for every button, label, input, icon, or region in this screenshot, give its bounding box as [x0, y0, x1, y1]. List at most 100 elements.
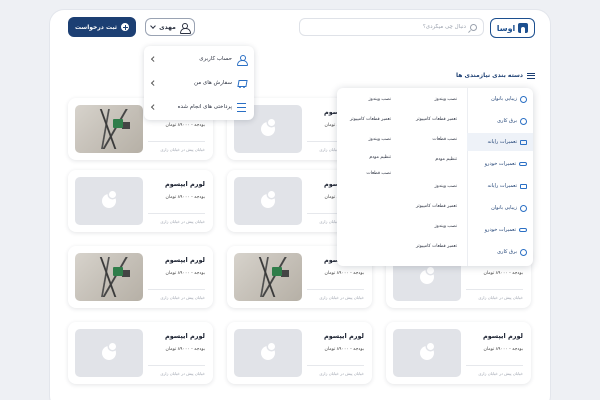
image-placeholder-icon — [420, 267, 434, 284]
card-divider — [148, 213, 205, 214]
search-icon — [470, 23, 477, 31]
card-title: لورم ایپسوم — [164, 256, 205, 264]
menu-item-account[interactable]: حساب کاربری — [144, 47, 254, 71]
card-title: لورم ایپسوم — [164, 332, 205, 340]
search-bar[interactable] — [299, 18, 484, 36]
subcategory-link[interactable]: نصب ویندوز — [435, 184, 458, 189]
beauty-icon — [520, 204, 527, 212]
card-budget: بودجه - ۸۹۰۰۰ تومان — [165, 123, 205, 128]
card-location: خیابان پیش در خیابان زاری — [319, 295, 364, 300]
app-frame: اوسا مهدی ثبت درخواست دسته بندی نیازمندی… — [50, 10, 550, 400]
logo-mark-icon — [518, 23, 529, 33]
card-budget: بودجه - ۸۹۰۰۰ تومان — [165, 271, 205, 276]
categories-sidebar: زیبایی بانوان برق کاری تعمیرات رایانه تع… — [467, 88, 533, 266]
subcategory-link[interactable]: تعمیر قطعات کامپیوتر — [416, 244, 457, 249]
menu-item-payments[interactable]: پرداختی های انجام شده — [144, 95, 254, 119]
category-item[interactable]: برق کاری — [471, 112, 527, 130]
chevron-left-icon — [151, 80, 157, 86]
image-placeholder-icon — [261, 343, 275, 360]
electric-icon — [520, 117, 527, 125]
service-card[interactable]: لورم ایپسوم بودجه - ۸۹۰۰۰ تومان خیابان پ… — [386, 322, 531, 384]
image-placeholder-icon — [102, 343, 116, 360]
logo[interactable]: اوسا — [490, 18, 535, 38]
category-label: زیبایی بانوان — [491, 96, 517, 102]
user-menu-button[interactable]: مهدی — [145, 18, 195, 36]
chevron-down-icon — [150, 23, 157, 29]
card-title: لورم ایپسوم — [164, 180, 205, 188]
category-item[interactable]: برق کاری — [471, 243, 527, 261]
user-dropdown: حساب کاربری سفارش های من پرداختی های انج… — [144, 46, 254, 120]
subcategory-link[interactable]: نصب ویندوز — [369, 137, 392, 142]
subcategory-link[interactable]: نصب قطعات — [366, 171, 391, 176]
card-divider — [148, 289, 205, 290]
category-label: تعمیرات خودرو — [484, 227, 516, 233]
subcategory-link[interactable]: نصب ویندوز — [435, 97, 458, 102]
category-label: برق کاری — [497, 249, 517, 255]
category-label: تعمیرات رایانه — [487, 183, 517, 189]
card-location: خیابان پیش در خیابان زاری — [478, 371, 523, 376]
menu-icon — [527, 72, 535, 79]
card-image — [75, 177, 143, 225]
subcategory-link[interactable]: تعمیر قطعات کامپیوتر — [350, 117, 391, 122]
list-icon — [237, 102, 246, 112]
card-location: خیابان پیش در خیابان زاری — [478, 295, 523, 300]
menu-item-label: پرداختی های انجام شده — [177, 104, 232, 110]
subcategory-link[interactable]: نصب ویندوز — [369, 97, 392, 102]
subcategory-link[interactable]: نصب ویندوز — [435, 224, 458, 229]
beauty-icon — [520, 95, 527, 103]
category-item[interactable]: زیبایی بانوان — [471, 90, 527, 108]
categories-toggle[interactable]: دسته بندی نیازمندی ها — [456, 72, 535, 79]
card-budget: بودجه - ۸۹۰۰۰ تومان — [165, 195, 205, 200]
card-divider — [466, 365, 523, 366]
submit-request-label: ثبت درخواست — [74, 23, 118, 31]
card-divider — [307, 289, 364, 290]
category-item[interactable]: تعمیرات خودرو — [471, 221, 527, 239]
logo-text: اوسا — [496, 23, 516, 33]
car-icon — [519, 228, 527, 232]
category-item[interactable]: زیبایی بانوان — [471, 199, 527, 217]
image-placeholder-icon — [261, 191, 275, 208]
service-card[interactable]: لورم ایپسوم بودجه - ۸۹۰۰۰ تومان خیابان پ… — [68, 170, 213, 232]
computer-icon — [520, 139, 527, 145]
card-image — [234, 329, 302, 377]
image-placeholder-icon — [420, 343, 434, 360]
menu-item-orders[interactable]: سفارش های من — [144, 71, 254, 95]
subcategory-link[interactable]: تعمیر قطعات کامپیوتر — [416, 117, 457, 122]
search-input[interactable] — [316, 24, 466, 30]
card-location: خیابان پیش در خیابان زاری — [160, 371, 205, 376]
image-placeholder-icon — [102, 191, 116, 208]
cart-icon — [237, 79, 246, 88]
service-card[interactable]: لورم ایپسوم بودجه - ۸۹۰۰۰ تومان خیابان پ… — [227, 322, 372, 384]
plus-icon — [121, 23, 130, 31]
user-icon — [237, 54, 248, 66]
categories-title: دسته بندی نیازمندی ها — [456, 72, 523, 79]
subcategory-link[interactable]: تنظیم مودم — [369, 155, 391, 160]
electric-icon — [520, 248, 527, 256]
user-name: مهدی — [159, 23, 176, 31]
subcategory-link[interactable]: تعمیر قطعات کامپیوتر — [416, 204, 457, 209]
service-card[interactable]: لورم ایپسوم بودجه - ۸۹۰۰۰ تومان خیابان پ… — [68, 246, 213, 308]
subcategory-link[interactable]: تنظیم مودم — [435, 157, 457, 162]
chevron-left-icon — [151, 56, 157, 62]
category-label: تعمیرات خودرو — [484, 161, 516, 167]
car-icon — [519, 162, 527, 166]
card-budget: بودجه - ۸۹۰۰۰ تومان — [165, 347, 205, 352]
computer-icon — [520, 183, 527, 189]
menu-item-label: سفارش های من — [194, 80, 232, 86]
card-location: خیابان پیش در خیابان زاری — [160, 147, 205, 152]
card-divider — [148, 141, 205, 142]
category-item[interactable]: تعمیرات رایانه — [471, 177, 527, 195]
category-item[interactable]: تعمیرات خودرو — [471, 155, 527, 173]
card-image — [234, 253, 302, 301]
card-divider — [307, 365, 364, 366]
card-divider — [466, 289, 523, 290]
category-item-active[interactable]: تعمیرات رایانه — [467, 133, 533, 151]
person-icon — [179, 22, 191, 34]
card-title: لورم ایپسوم — [482, 332, 523, 340]
category-label: برق کاری — [497, 118, 517, 124]
submit-request-button[interactable]: ثبت درخواست — [68, 17, 136, 37]
service-card[interactable]: لورم ایپسوم بودجه - ۸۹۰۰۰ تومان خیابان پ… — [68, 322, 213, 384]
subcategory-link[interactable]: نصب قطعات — [432, 137, 457, 142]
category-label: زیبایی بانوان — [491, 205, 517, 211]
card-image — [75, 105, 143, 153]
